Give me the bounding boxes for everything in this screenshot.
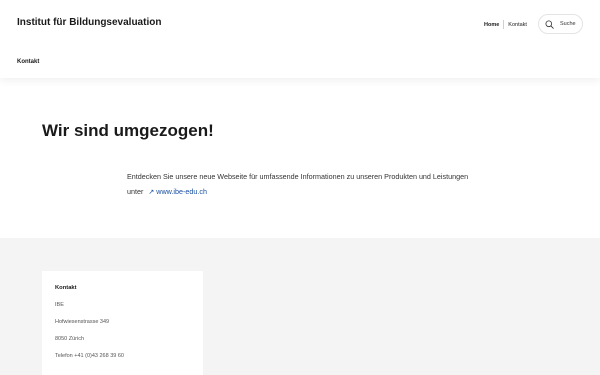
top-links-divider [503,20,505,29]
top-link-kontakt[interactable]: Kontakt [508,22,527,28]
site-header: Institut für Bildungsevaluation Kontakt … [0,0,600,78]
search-button[interactable]: Suche [538,14,583,34]
page-title: Wir sind umgezogen! [42,121,214,140]
contact-city: 8050 Zürich [55,336,85,342]
contact-card: Kontakt IBE Hofwiesenstrasse 349 8050 Zü… [42,271,203,375]
top-link-home[interactable]: Home [484,22,499,28]
intro-paragraph: Entdecken Sie unsere neue Webseite für u… [127,169,472,200]
contact-card-title: Kontakt [55,285,77,291]
search-icon [545,19,554,29]
search-label: Suche [560,21,576,27]
footer: Kontakt IBE Hofwiesenstrasse 349 8050 Zü… [0,238,600,375]
contact-phone[interactable]: Telefon +41 (0)43 268 39 60 [55,353,124,359]
top-links: Home Kontakt [484,20,527,29]
contact-org: IBE [55,302,64,308]
external-link-icon: ↗ [148,189,155,196]
contact-street: Hofwiesenstrasse 349 [55,319,110,325]
site-title[interactable]: Institut für Bildungsevaluation [17,17,161,28]
nav-item-kontakt[interactable]: Kontakt [17,59,39,65]
website-link[interactable]: www.ibe-edu.ch [156,187,207,196]
